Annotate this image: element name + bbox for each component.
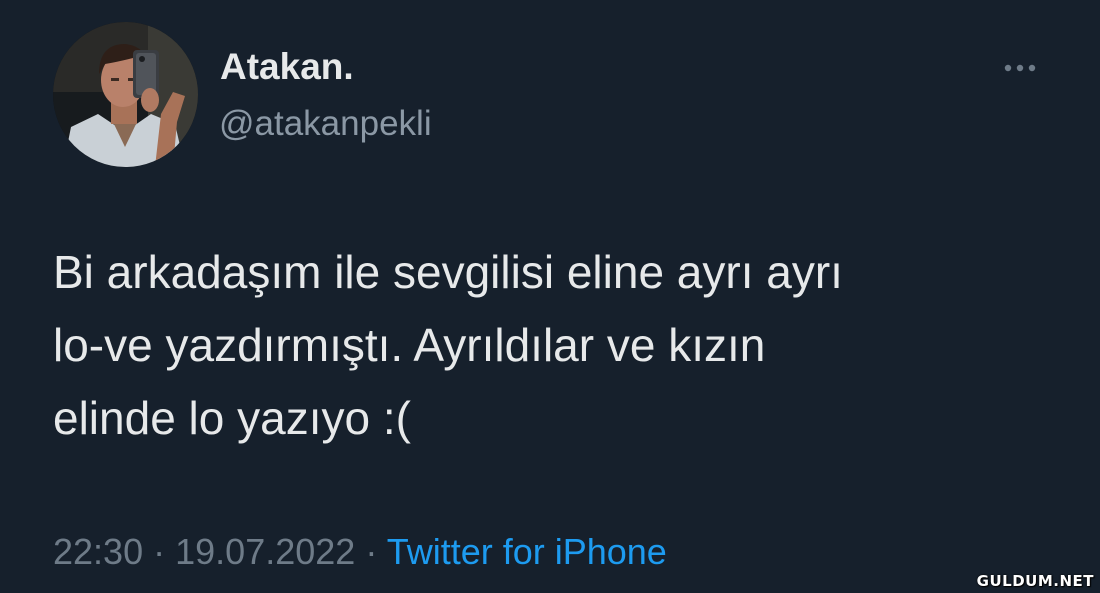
tweet-meta: 22:30 · 19.07.2022 · Twitter for iPhone (53, 527, 667, 577)
profile-photo-icon (53, 22, 198, 167)
more-horizontal-icon (1004, 64, 1036, 72)
tweet-text-line: Bi arkadaşım ile sevgilisi eline ayrı ay… (53, 246, 843, 298)
meta-separator: · (365, 531, 378, 572)
tweet-time[interactable]: 22:30 (53, 531, 143, 572)
more-options-button[interactable] (994, 53, 1046, 83)
author-display-name[interactable]: Atakan. (220, 43, 354, 91)
tweet-card: Atakan. @atakanpekli Bi arkadaşım ile se… (0, 0, 1100, 593)
tweet-date[interactable]: 19.07.2022 (175, 531, 355, 572)
author-handle[interactable]: @atakanpekli (219, 101, 432, 147)
tweet-text-line: elinde lo yazıyo :( (53, 392, 411, 444)
watermark: GULDUM.NET (976, 572, 1094, 590)
tweet-source-link[interactable]: Twitter for iPhone (387, 531, 667, 572)
tweet-text-line: lo-ve yazdırmıştı. Ayrıldılar ve kızın (53, 319, 766, 371)
meta-separator: · (153, 531, 166, 572)
avatar[interactable] (53, 22, 198, 167)
tweet-text: Bi arkadaşım ile sevgilisi eline ayrı ay… (53, 236, 1053, 455)
